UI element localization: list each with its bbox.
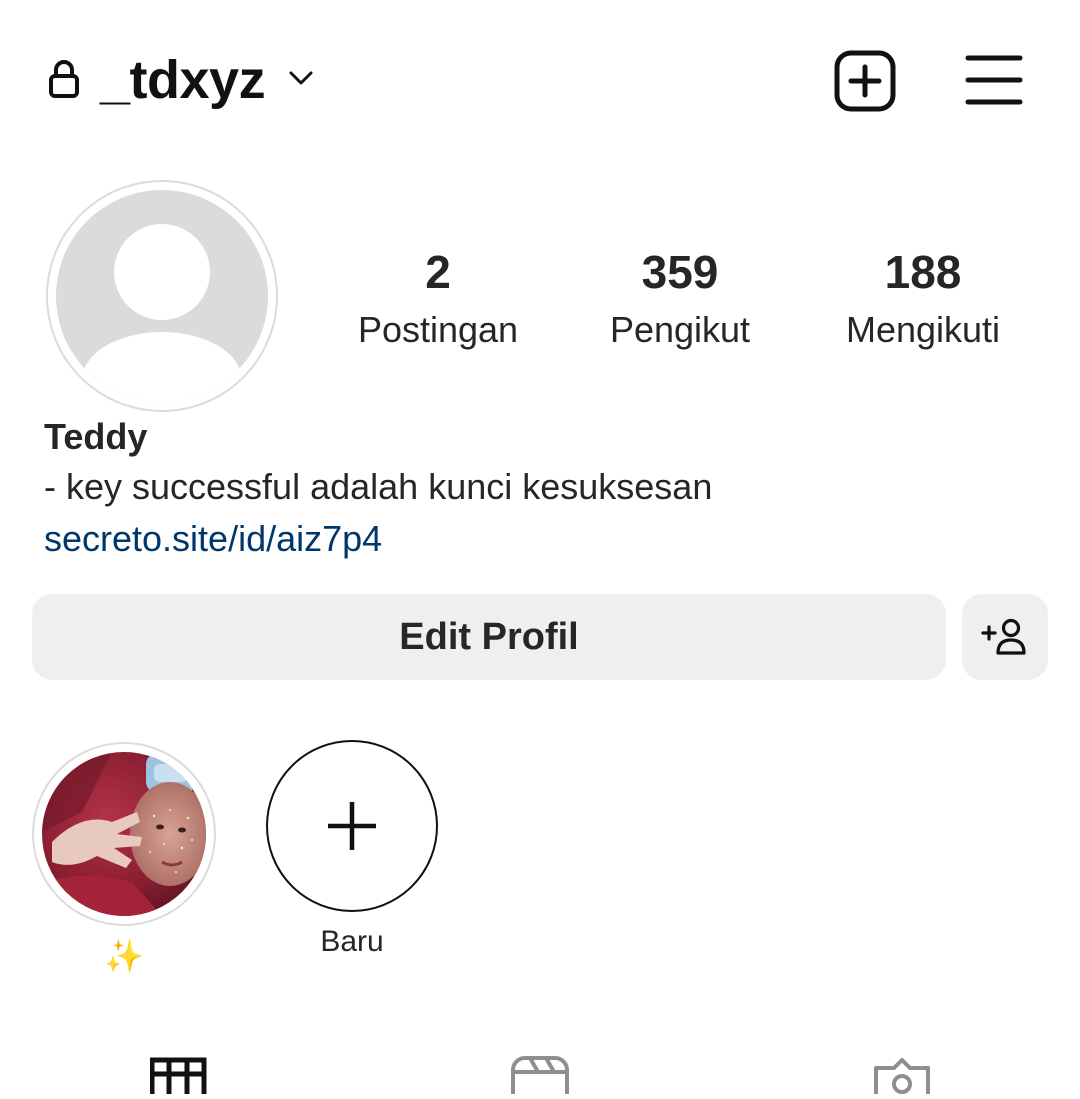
stat-following-value: 188 [884,246,962,298]
create-post-button[interactable] [832,48,898,114]
tab-posts-grid[interactable] [149,1054,210,1099]
stat-followers[interactable]: 359 Pengikut [570,246,790,352]
edit-profile-button[interactable]: Edit Profil [32,594,946,680]
avatar-placeholder-icon [56,190,268,402]
add-person-icon [981,618,1026,655]
tab-reels[interactable] [510,1054,570,1099]
tagged-icon [874,1058,930,1099]
stat-posts-value: 2 [425,246,451,298]
hamburger-menu-icon [965,55,1023,105]
plus-icon [328,802,376,850]
stat-following[interactable]: 188 Mengikuti [813,246,1033,352]
lock-icon [46,58,82,100]
profile-display-name: Teddy [44,416,148,457]
profile-bio: - key successful adalah kunci kesuksesan [44,466,713,507]
tab-tagged[interactable] [872,1054,932,1099]
discover-people-button[interactable] [962,594,1048,680]
stat-following-label: Mengikuti [845,309,1001,350]
stat-posts[interactable]: 2 Postingan [328,246,548,352]
profile-avatar[interactable] [46,180,278,412]
highlight-cover-image [42,752,206,916]
grid-icon [149,1057,207,1099]
stat-followers-value: 359 [641,246,719,298]
reels-icon [511,1056,569,1099]
new-highlight-label: Baru [320,925,384,958]
add-square-icon [834,50,896,112]
profile-link[interactable]: secreto.site/id/aiz7p4 [44,516,382,562]
story-highlight[interactable] [32,742,216,926]
new-highlight-button[interactable] [266,740,438,912]
menu-button[interactable] [962,50,1026,110]
stat-followers-label: Pengikut [609,309,751,350]
highlight-label: ✨ [104,938,144,974]
chevron-down-icon[interactable] [286,66,316,90]
stat-posts-label: Postingan [357,309,519,350]
account-username[interactable]: _tdxyz [100,48,266,112]
